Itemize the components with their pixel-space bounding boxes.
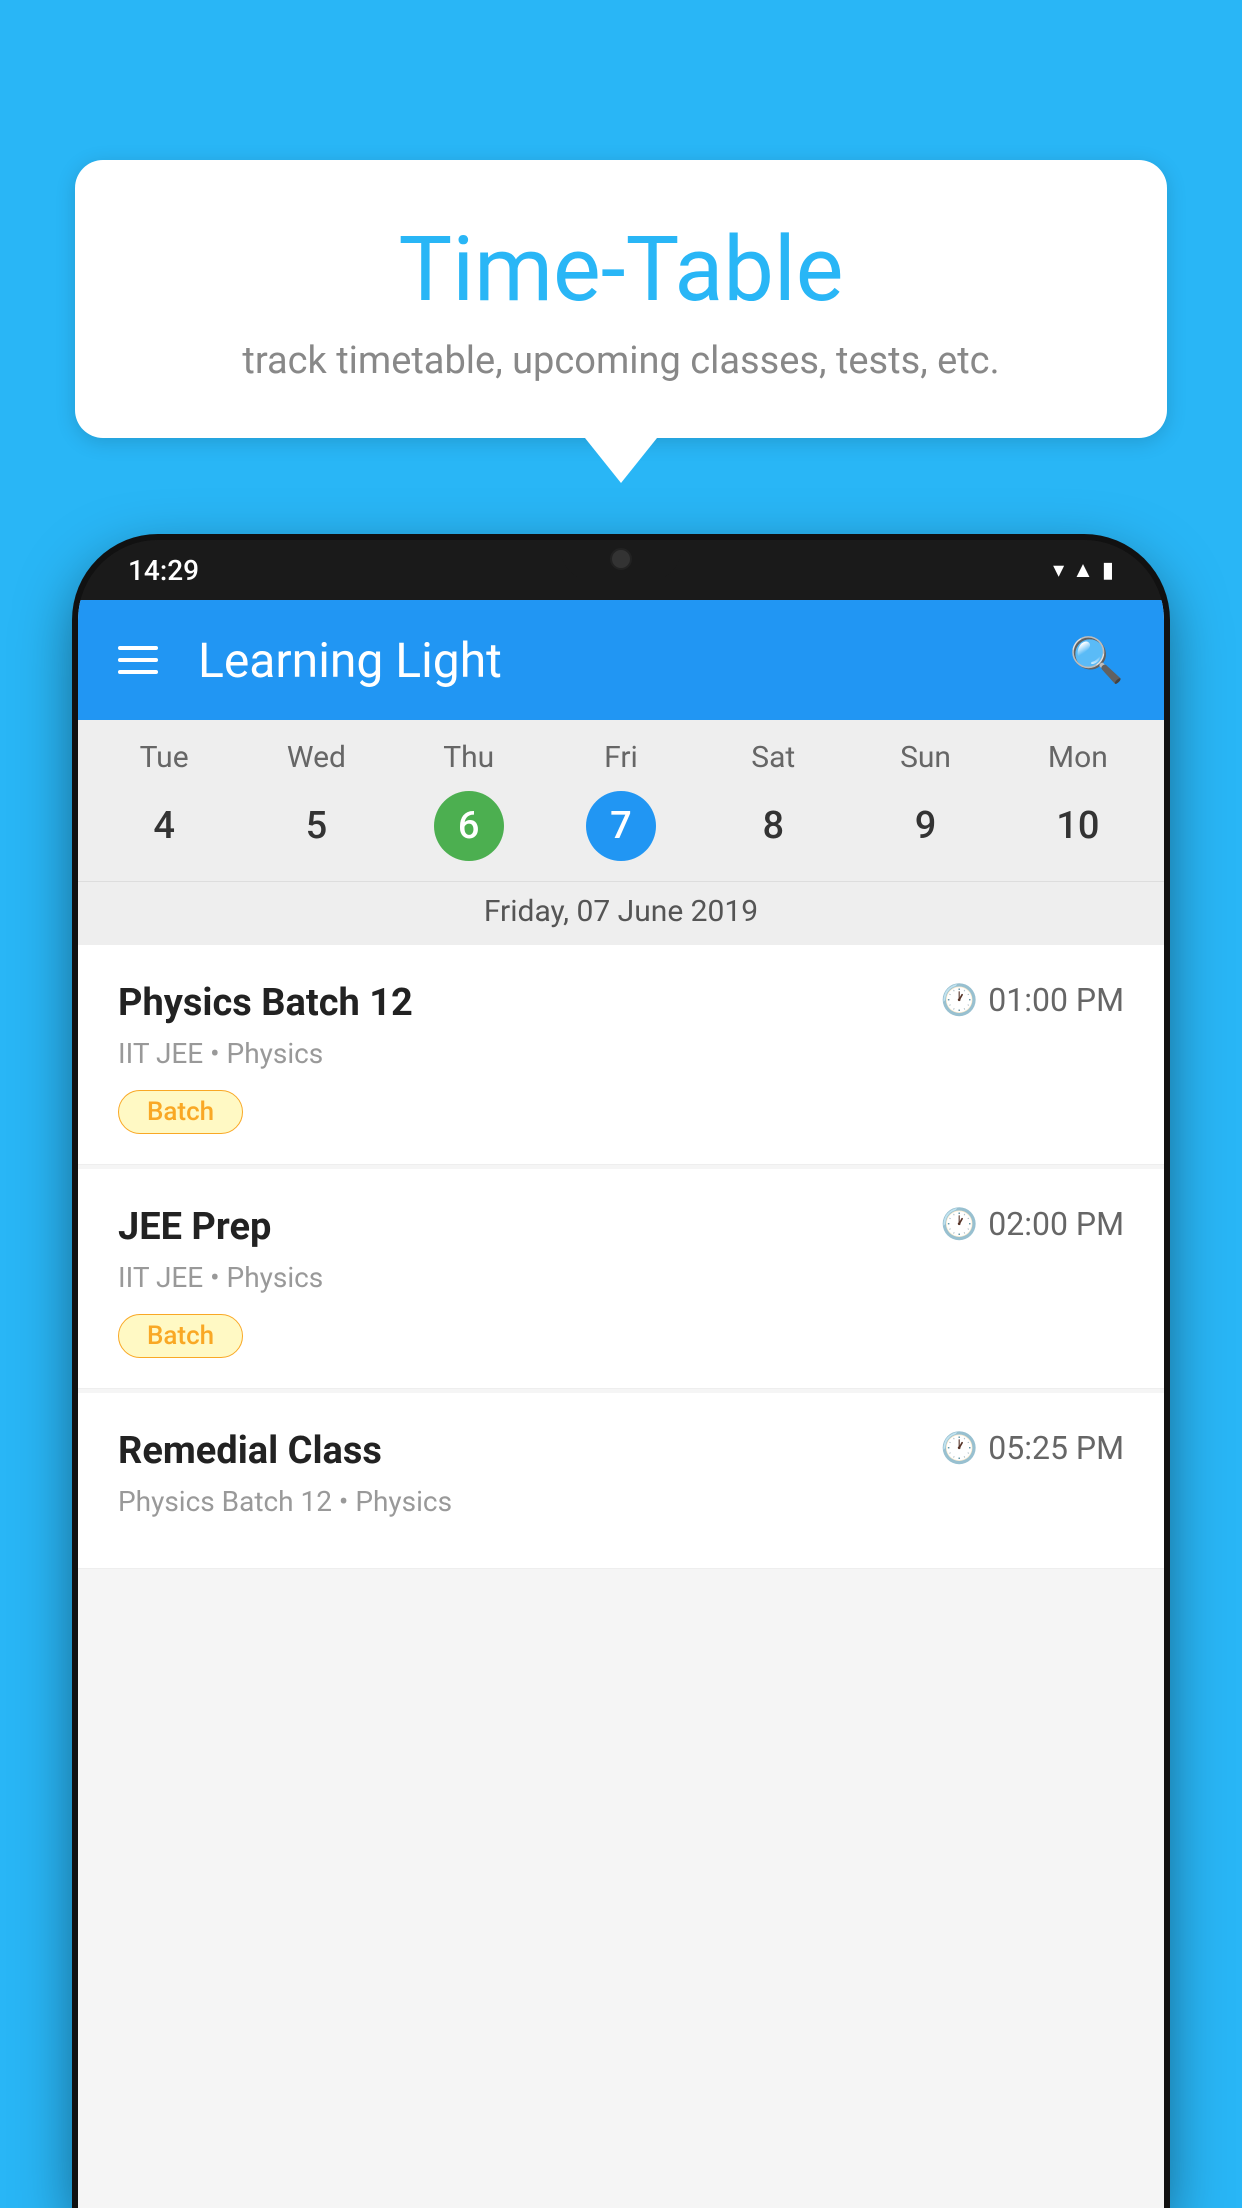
front-camera: [610, 548, 632, 570]
days-row: Tue 4 Wed 5 Thu 6 Fri 7 Sat 8 Sun 9 Mon 10: [78, 740, 1164, 881]
day-name: Fri: [604, 740, 638, 775]
day-number: 6: [434, 791, 504, 861]
day-name: Mon: [1048, 740, 1108, 775]
clock-icon: 🕐: [941, 1431, 978, 1466]
day-number: 9: [891, 791, 961, 861]
day-number: 4: [129, 791, 199, 861]
selected-date-label: Friday, 07 June 2019: [78, 881, 1164, 945]
batch-tag: Batch: [118, 1314, 243, 1358]
day-number: 5: [281, 791, 351, 861]
time-value: 01:00 PM: [988, 981, 1124, 1019]
search-button[interactable]: 🔍: [1069, 634, 1124, 686]
time-value: 02:00 PM: [988, 1205, 1124, 1243]
phone-screen: Learning Light 🔍 Tue 4 Wed 5 Thu 6 Fri 7 Sat 8 Sun…: [78, 600, 1164, 2208]
item-time: 🕐 01:00 PM: [941, 981, 1124, 1019]
status-time: 14:29: [128, 554, 199, 587]
item-time: 🕐 05:25 PM: [941, 1429, 1124, 1467]
wifi-icon: ▾: [1053, 558, 1064, 583]
day-name: Sat: [751, 740, 795, 775]
item-title: Remedial Class: [118, 1429, 382, 1473]
status-icons: ▾ ▲ ▮: [1053, 557, 1114, 583]
day-name: Tue: [140, 740, 189, 775]
item-meta: IIT JEE • Physics: [118, 1037, 1124, 1070]
signal-icon: ▲: [1072, 557, 1094, 583]
schedule-list: Physics Batch 12 🕐 01:00 PM IIT JEE • Physi…: [78, 945, 1164, 1573]
day-col-9[interactable]: Sun 9: [891, 740, 961, 881]
item-meta: IIT JEE • Physics: [118, 1261, 1124, 1294]
day-col-6[interactable]: Thu 6: [434, 740, 504, 881]
bubble-subtitle: track timetable, upcoming classes, tests…: [125, 339, 1117, 383]
day-number: 10: [1043, 791, 1113, 861]
day-name: Sun: [900, 740, 951, 775]
batch-tag: Batch: [118, 1090, 243, 1134]
speech-bubble: Time-Table track timetable, upcoming cla…: [75, 160, 1167, 438]
menu-button[interactable]: [118, 646, 158, 674]
day-col-10[interactable]: Mon 10: [1043, 740, 1113, 881]
item-meta: Physics Batch 12 • Physics: [118, 1485, 1124, 1518]
phone-notch: [561, 540, 681, 580]
day-name: Wed: [287, 740, 346, 775]
app-title: Learning Light: [198, 632, 1029, 689]
item-header: JEE Prep 🕐 02:00 PM: [118, 1205, 1124, 1249]
schedule-item[interactable]: JEE Prep 🕐 02:00 PM IIT JEE • Physics Batch: [78, 1169, 1164, 1389]
day-col-5[interactable]: Wed 5: [281, 740, 351, 881]
day-col-7[interactable]: Fri 7: [586, 740, 656, 881]
phone-frame: 14:29 ▾ ▲ ▮ Learning Light 🔍 Tue 4 Wed 5 Thu…: [78, 540, 1164, 2208]
item-header: Remedial Class 🕐 05:25 PM: [118, 1429, 1124, 1473]
schedule-item[interactable]: Physics Batch 12 🕐 01:00 PM IIT JEE • Physi…: [78, 945, 1164, 1165]
battery-icon: ▮: [1102, 558, 1114, 583]
calendar-strip: Tue 4 Wed 5 Thu 6 Fri 7 Sat 8 Sun 9 Mon 10 Friday, 07…: [78, 720, 1164, 945]
item-title: Physics Batch 12: [118, 981, 413, 1025]
day-number: 8: [738, 791, 808, 861]
time-value: 05:25 PM: [988, 1429, 1124, 1467]
day-name: Thu: [443, 740, 494, 775]
bubble-title: Time-Table: [125, 220, 1117, 319]
day-col-4[interactable]: Tue 4: [129, 740, 199, 881]
item-time: 🕐 02:00 PM: [941, 1205, 1124, 1243]
status-bar: 14:29 ▾ ▲ ▮: [78, 540, 1164, 600]
item-title: JEE Prep: [118, 1205, 271, 1249]
schedule-item[interactable]: Remedial Class 🕐 05:25 PM Physics Batch 12 …: [78, 1393, 1164, 1569]
clock-icon: 🕐: [941, 983, 978, 1018]
item-header: Physics Batch 12 🕐 01:00 PM: [118, 981, 1124, 1025]
day-col-8[interactable]: Sat 8: [738, 740, 808, 881]
day-number: 7: [586, 791, 656, 861]
app-bar: Learning Light 🔍: [78, 600, 1164, 720]
clock-icon: 🕐: [941, 1207, 978, 1242]
